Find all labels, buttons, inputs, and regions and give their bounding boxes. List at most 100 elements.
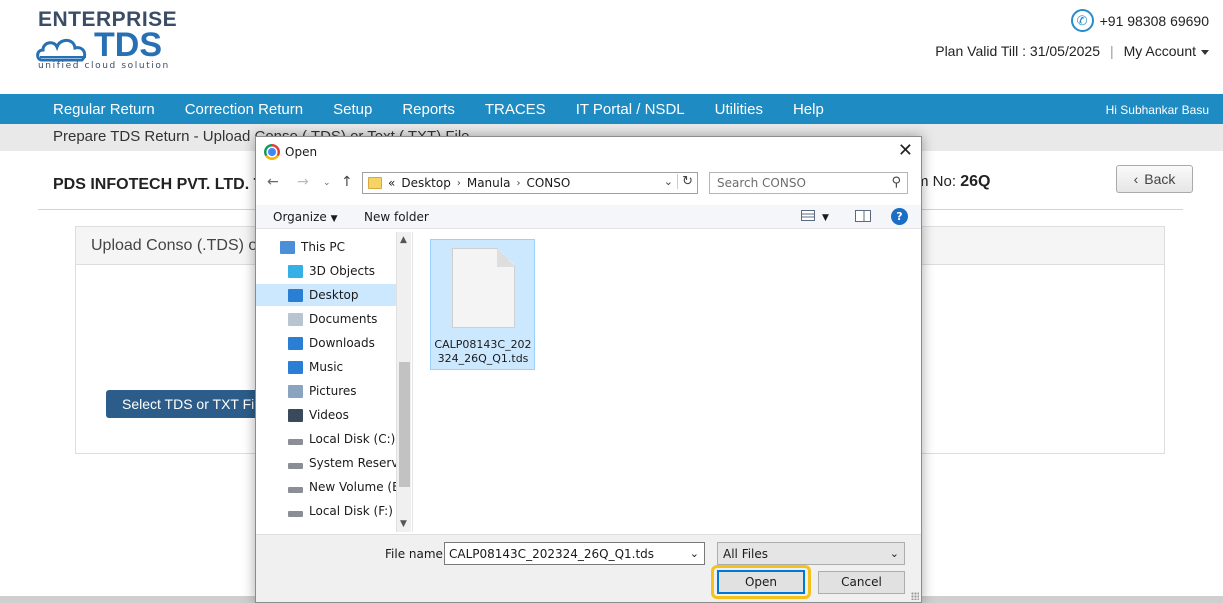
help-icon[interactable]: ? bbox=[891, 208, 908, 225]
view-dropdown-icon[interactable]: ▼ bbox=[822, 213, 829, 223]
drive-icon bbox=[288, 511, 303, 517]
file-type-select[interactable]: All Files ⌄ bbox=[717, 542, 905, 565]
address-segment-conso[interactable]: CONSO bbox=[526, 176, 570, 190]
plan-separator: | bbox=[1109, 43, 1114, 59]
file-name-value: CALP08143C_202324_26Q_Q1.tds bbox=[449, 547, 655, 561]
logo-text-tds: TDS bbox=[94, 26, 162, 64]
close-icon[interactable]: ✕ bbox=[898, 140, 913, 161]
cube-icon bbox=[288, 264, 303, 278]
open-file-dialog: Open ✕ ← → ⌄ ↑ « Desktop › Manula › CONS… bbox=[255, 136, 922, 603]
tree-item-label: Music bbox=[309, 360, 344, 374]
tree-item[interactable]: System Reservec bbox=[256, 452, 411, 474]
tree-item[interactable]: Local Disk (F:) bbox=[256, 500, 396, 522]
cancel-button[interactable]: Cancel bbox=[818, 571, 905, 594]
address-bar[interactable]: « Desktop › Manula › CONSO ⌄ ↻ bbox=[362, 172, 698, 194]
up-arrow-icon[interactable]: ↑ bbox=[341, 174, 353, 190]
address-dropdown-icon[interactable]: ⌄ bbox=[664, 175, 673, 188]
chevron-right-icon[interactable]: › bbox=[457, 178, 461, 189]
navigation-tree: This PC 3D Objects Desktop Documents Downloa… bbox=[256, 232, 411, 532]
tree-item[interactable]: 3D Objects bbox=[256, 260, 396, 282]
tree-item[interactable]: Local Disk (C:) bbox=[256, 428, 396, 450]
nav-help[interactable]: Help bbox=[793, 101, 824, 118]
address-segment-manula[interactable]: Manula bbox=[467, 176, 511, 190]
resize-grip[interactable] bbox=[911, 592, 919, 600]
tree-item-label: New Volume (E:) bbox=[309, 480, 409, 494]
forward-arrow-icon[interactable]: → bbox=[297, 174, 309, 190]
file-item[interactable]: CALP08143C_202324_26Q_Q1.tds bbox=[430, 239, 535, 370]
address-overflow[interactable]: « bbox=[388, 176, 395, 190]
chevron-right-icon[interactable]: › bbox=[516, 178, 520, 189]
tree-scrollbar[interactable]: ▲ ▼ bbox=[396, 232, 411, 532]
plan-row: Plan Valid Till : 31/05/2025 | My Accoun… bbox=[935, 43, 1209, 59]
tree-item[interactable]: Downloads bbox=[256, 332, 396, 354]
tree-item[interactable]: Videos bbox=[256, 404, 396, 426]
search-placeholder: Search CONSO bbox=[717, 176, 806, 190]
tree-item[interactable]: New Volume (E:) bbox=[256, 476, 408, 498]
chevron-left-icon: ‹ bbox=[1133, 171, 1139, 187]
refresh-icon[interactable]: ↻ bbox=[677, 174, 693, 189]
file-name-label: File name: bbox=[385, 547, 447, 561]
tree-item-label: Desktop bbox=[309, 288, 359, 302]
back-arrow-icon[interactable]: ← bbox=[267, 174, 279, 190]
enterprise-tds-logo[interactable]: ENTERPRISE TDS unified cloud solution bbox=[36, 8, 177, 72]
drive-icon bbox=[288, 487, 303, 493]
dialog-footer: File name: CALP08143C_202324_26Q_Q1.tds … bbox=[256, 534, 921, 602]
search-input[interactable]: Search CONSO ⚲ bbox=[709, 172, 908, 194]
tree-item[interactable]: This PC bbox=[256, 236, 396, 258]
caret-down-icon bbox=[1201, 49, 1209, 55]
file-type-value: All Files bbox=[723, 547, 769, 561]
my-account-menu[interactable]: My Account bbox=[1124, 43, 1209, 59]
scrollbar-thumb[interactable] bbox=[399, 362, 410, 487]
select-file-button[interactable]: Select TDS or TXT File bbox=[106, 390, 266, 418]
tree-item-label: 3D Objects bbox=[309, 264, 376, 278]
form-number: m No: 26Q bbox=[916, 173, 990, 191]
dialog-titlebar[interactable]: Open ✕ bbox=[256, 137, 921, 167]
tree-item[interactable]: Documents bbox=[256, 308, 396, 330]
back-button-label: Back bbox=[1144, 171, 1176, 187]
organize-menu[interactable]: Organize ▼ bbox=[273, 210, 338, 224]
contact-phone: ✆ +91 98308 69690 bbox=[1070, 9, 1209, 32]
tree-item-label: Local Disk (C:) bbox=[309, 432, 396, 446]
nav-regular-return[interactable]: Regular Return bbox=[53, 101, 155, 118]
address-segment-desktop[interactable]: Desktop bbox=[401, 176, 451, 190]
nav-reports[interactable]: Reports bbox=[402, 101, 455, 118]
tree-item[interactable]: Pictures bbox=[256, 380, 396, 402]
drive-icon bbox=[288, 439, 303, 445]
file-type-dropdown-icon[interactable]: ⌄ bbox=[890, 547, 899, 560]
tree-item-label: Documents bbox=[309, 312, 378, 326]
nav-it-portal-nsdl[interactable]: IT Portal / NSDL bbox=[576, 101, 685, 118]
nav-correction-return[interactable]: Correction Return bbox=[185, 101, 303, 118]
back-button[interactable]: ‹ Back bbox=[1116, 165, 1193, 193]
cloud-logo-icon bbox=[36, 38, 87, 62]
nav-setup[interactable]: Setup bbox=[333, 101, 372, 118]
open-button[interactable]: Open bbox=[717, 570, 805, 594]
form-number-label: m No: bbox=[916, 173, 961, 190]
file-icon-fold bbox=[497, 248, 516, 267]
file-name-dropdown-icon[interactable]: ⌄ bbox=[690, 547, 699, 560]
user-greeting[interactable]: Hi Subhankar Basu bbox=[1106, 103, 1209, 117]
file-name-input[interactable]: CALP08143C_202324_26Q_Q1.tds ⌄ bbox=[444, 542, 705, 565]
caret-down-icon: ▼ bbox=[330, 214, 338, 224]
new-folder-button[interactable]: New folder bbox=[364, 210, 429, 224]
documents-icon bbox=[288, 312, 303, 326]
search-icon: ⚲ bbox=[891, 175, 901, 190]
tree-item-label: Videos bbox=[309, 408, 349, 422]
company-name: PDS INFOTECH PVT. LTD. T bbox=[53, 176, 264, 193]
drive-icon bbox=[288, 463, 303, 469]
file-item-name: CALP08143C_202324_26Q_Q1.tds bbox=[434, 338, 532, 365]
tree-item-label: Pictures bbox=[309, 384, 357, 398]
nav-traces[interactable]: TRACES bbox=[485, 101, 546, 118]
tree-item[interactable]: Music bbox=[256, 356, 396, 378]
preview-pane-icon[interactable] bbox=[855, 210, 871, 222]
scroll-down-icon[interactable]: ▼ bbox=[400, 519, 407, 529]
tree-item-label: Downloads bbox=[309, 336, 375, 350]
dialog-command-bar: Organize ▼ New folder ▼ ? bbox=[256, 205, 921, 229]
view-options-icon[interactable] bbox=[801, 210, 815, 221]
phone-icon: ✆ bbox=[1070, 9, 1094, 32]
tree-item-label: This PC bbox=[301, 240, 345, 254]
scroll-up-icon[interactable]: ▲ bbox=[400, 235, 407, 245]
recent-dropdown-icon[interactable]: ⌄ bbox=[323, 178, 331, 188]
nav-utilities[interactable]: Utilities bbox=[715, 101, 763, 118]
tree-item[interactable]: Desktop bbox=[256, 284, 396, 306]
dialog-nav-row: ← → ⌄ ↑ « Desktop › Manula › CONSO ⌄ ↻ S… bbox=[256, 171, 921, 195]
